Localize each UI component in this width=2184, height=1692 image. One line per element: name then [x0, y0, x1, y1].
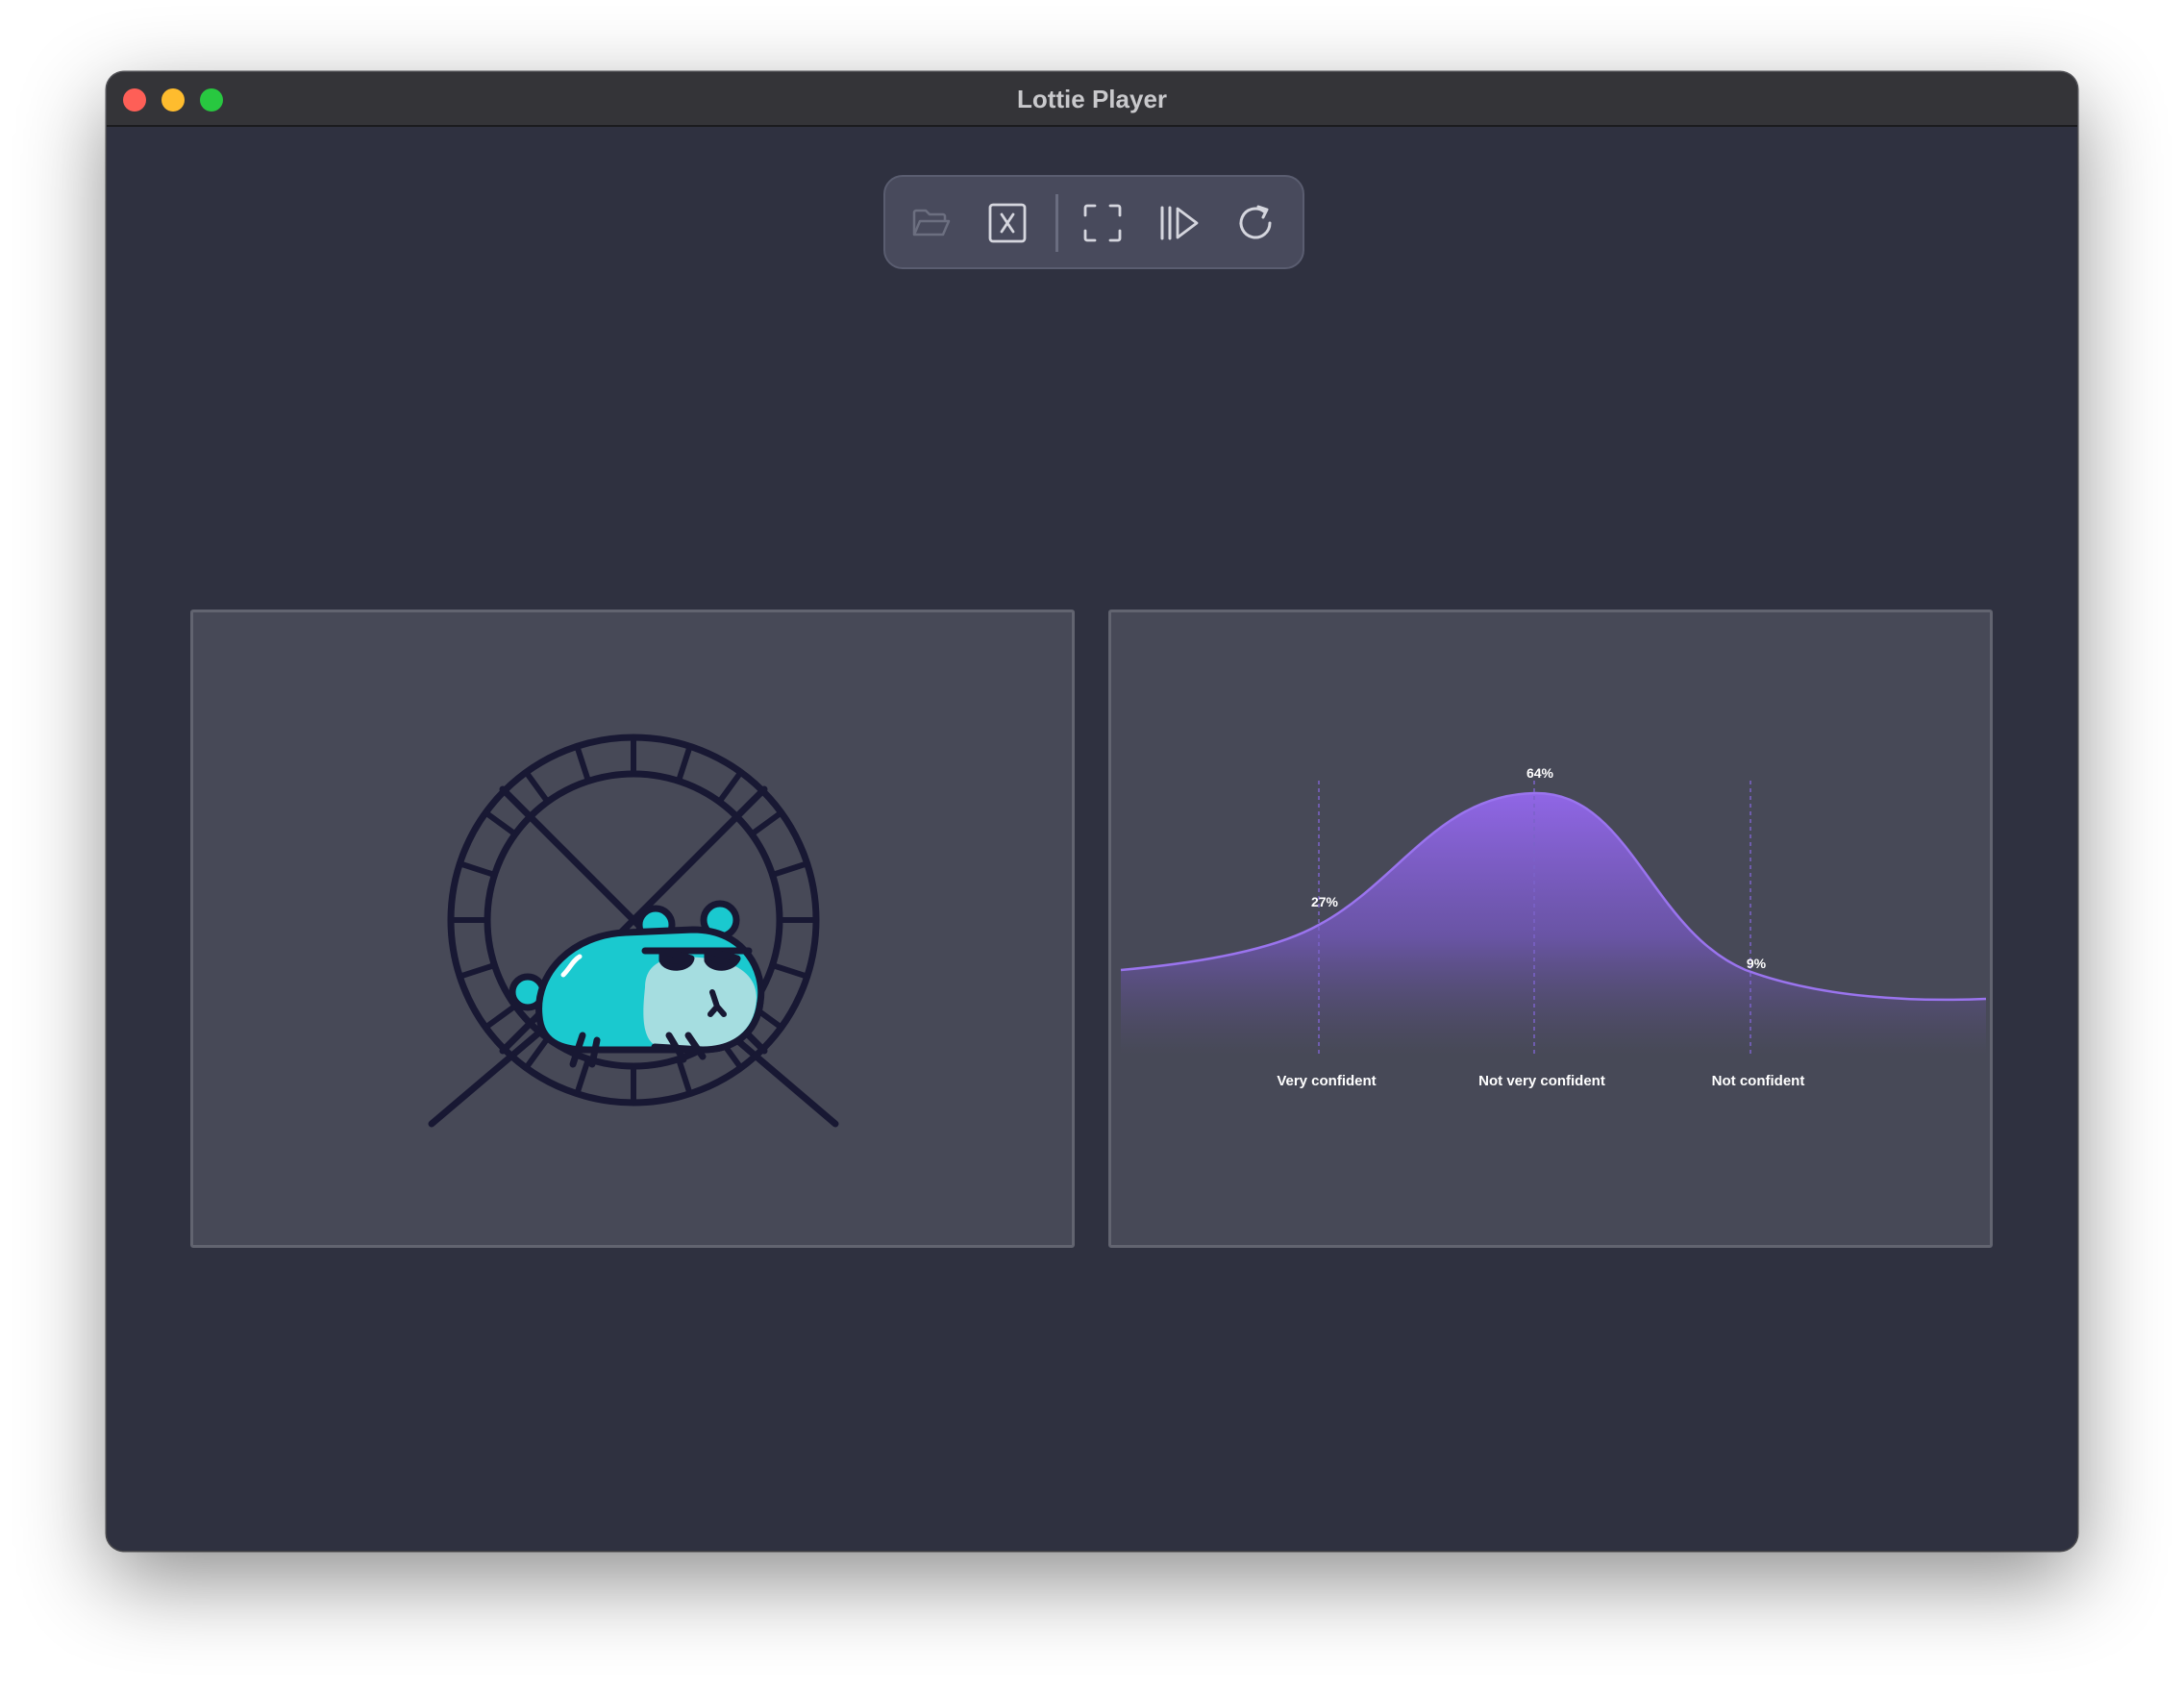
wheel-rung	[483, 809, 519, 837]
chart-category-label: Not very confident	[1478, 1073, 1605, 1089]
animation-preview-hamster[interactable]	[190, 610, 1075, 1248]
toolbar-separator	[1055, 194, 1058, 252]
reload-icon	[1239, 205, 1272, 239]
wheel-rung	[483, 1003, 519, 1031]
wheel-rung	[574, 743, 592, 784]
chart-data-label: 27%	[1311, 894, 1339, 909]
reload-button[interactable]	[1235, 202, 1278, 244]
chart-category-label: Very confident	[1277, 1073, 1376, 1089]
fullscreen-icon	[1083, 204, 1122, 242]
title-bar[interactable]: Lottie Player	[107, 72, 2077, 127]
wheel-rung	[675, 1056, 693, 1097]
folder-open-icon	[912, 209, 951, 236]
close-file-button[interactable]	[986, 202, 1029, 244]
chart-category-label: Not confident	[1712, 1073, 1805, 1089]
wheel-rung	[574, 1056, 592, 1097]
chart-area	[1121, 792, 1986, 1055]
wheel-rung	[675, 743, 693, 784]
wheel-rung	[748, 809, 784, 837]
chart-data-label: 64%	[1526, 765, 1554, 781]
wheel-rung	[523, 769, 551, 806]
wheel-rung	[769, 860, 810, 879]
play-button[interactable]	[1158, 202, 1201, 244]
play-pause-icon	[1160, 206, 1199, 240]
confidence-chart: 27% Very confident 64% Not very confident 9%…	[1120, 765, 1987, 1089]
wheel-rung	[769, 961, 810, 980]
open-folder-button[interactable]	[910, 202, 953, 244]
close-box-icon	[988, 203, 1027, 243]
hamster-wheel-illustration	[428, 734, 839, 1128]
wheel-rung	[716, 769, 744, 806]
chart-data-label: 9%	[1747, 956, 1767, 971]
toolbar	[883, 175, 1304, 269]
wheel-rung	[457, 961, 498, 980]
wheel-rung	[457, 860, 498, 879]
app-window: Lottie Player 27% Very confident 64% Not…	[107, 72, 2077, 1551]
window-title: Lottie Player	[1016, 85, 1168, 113]
fit-screen-button[interactable]	[1081, 202, 1124, 244]
animation-preview-chart[interactable]: 27% Very confident 64% Not very confident 9%…	[1108, 610, 1993, 1248]
